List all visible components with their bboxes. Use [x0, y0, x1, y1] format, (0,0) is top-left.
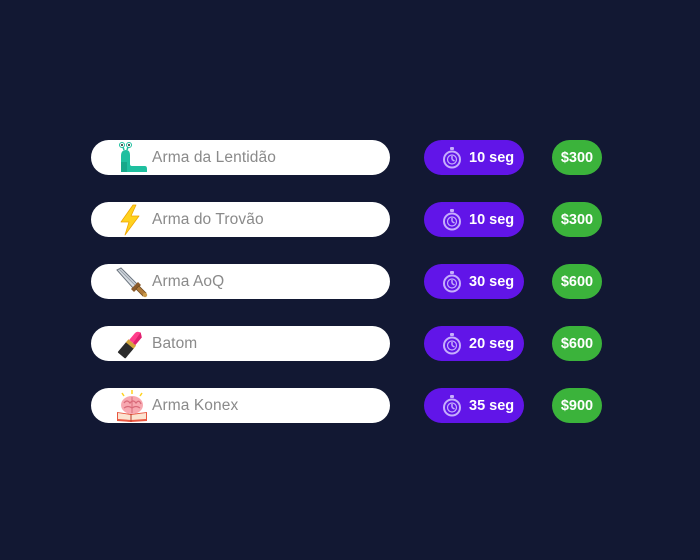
duration-text: 10 seg: [469, 211, 515, 228]
price-button[interactable]: $300: [552, 140, 602, 175]
shop-row: Arma da Lentidão 10 seg $300: [91, 140, 603, 175]
item-button[interactable]: Arma Konex: [91, 388, 390, 423]
weapon-shop-list: Arma da Lentidão 10 seg $300 Arma do Tro…: [91, 140, 603, 423]
duration-button[interactable]: 10 seg: [424, 202, 524, 237]
price-button[interactable]: $600: [552, 264, 602, 299]
item-name: Arma da Lentidão: [152, 148, 276, 166]
item-button[interactable]: Arma AoQ: [91, 264, 390, 299]
price-button[interactable]: $300: [552, 202, 602, 237]
price-text: $300: [560, 211, 594, 228]
duration-button[interactable]: 10 seg: [424, 140, 524, 175]
item-button[interactable]: Arma do Trovão: [91, 202, 390, 237]
item-button[interactable]: Batom: [91, 326, 390, 361]
sword-icon: [115, 264, 151, 299]
duration-text: 30 seg: [469, 273, 515, 290]
duration-text: 20 seg: [469, 335, 515, 352]
lipstick-icon: [115, 326, 151, 361]
item-name: Batom: [152, 334, 198, 352]
shop-row: Arma Konex 35 seg $900: [91, 388, 603, 423]
shop-row: Arma AoQ 30 seg $600: [91, 264, 603, 299]
stopwatch-icon: [441, 270, 463, 293]
stopwatch-icon: [441, 394, 463, 417]
duration-button[interactable]: 20 seg: [424, 326, 524, 361]
duration-text: 10 seg: [469, 149, 515, 166]
item-button[interactable]: Arma da Lentidão: [91, 140, 390, 175]
shop-row: Arma do Trovão 10 seg $300: [91, 202, 603, 237]
item-name: Arma do Trovão: [152, 210, 264, 228]
lightning-icon: [115, 202, 151, 237]
stopwatch-icon: [441, 332, 463, 355]
price-text: $900: [560, 397, 594, 414]
duration-button[interactable]: 35 seg: [424, 388, 524, 423]
duration-button[interactable]: 30 seg: [424, 264, 524, 299]
price-text: $300: [560, 149, 594, 166]
slug-icon: [115, 140, 151, 175]
price-text: $600: [560, 273, 594, 290]
stopwatch-icon: [441, 208, 463, 231]
brain-book-icon: [115, 388, 151, 423]
item-name: Arma Konex: [152, 396, 239, 414]
shop-row: Batom 20 seg $600: [91, 326, 603, 361]
stopwatch-icon: [441, 146, 463, 169]
price-button[interactable]: $900: [552, 388, 602, 423]
duration-text: 35 seg: [469, 397, 515, 414]
price-text: $600: [560, 335, 594, 352]
item-name: Arma AoQ: [152, 272, 225, 290]
price-button[interactable]: $600: [552, 326, 602, 361]
